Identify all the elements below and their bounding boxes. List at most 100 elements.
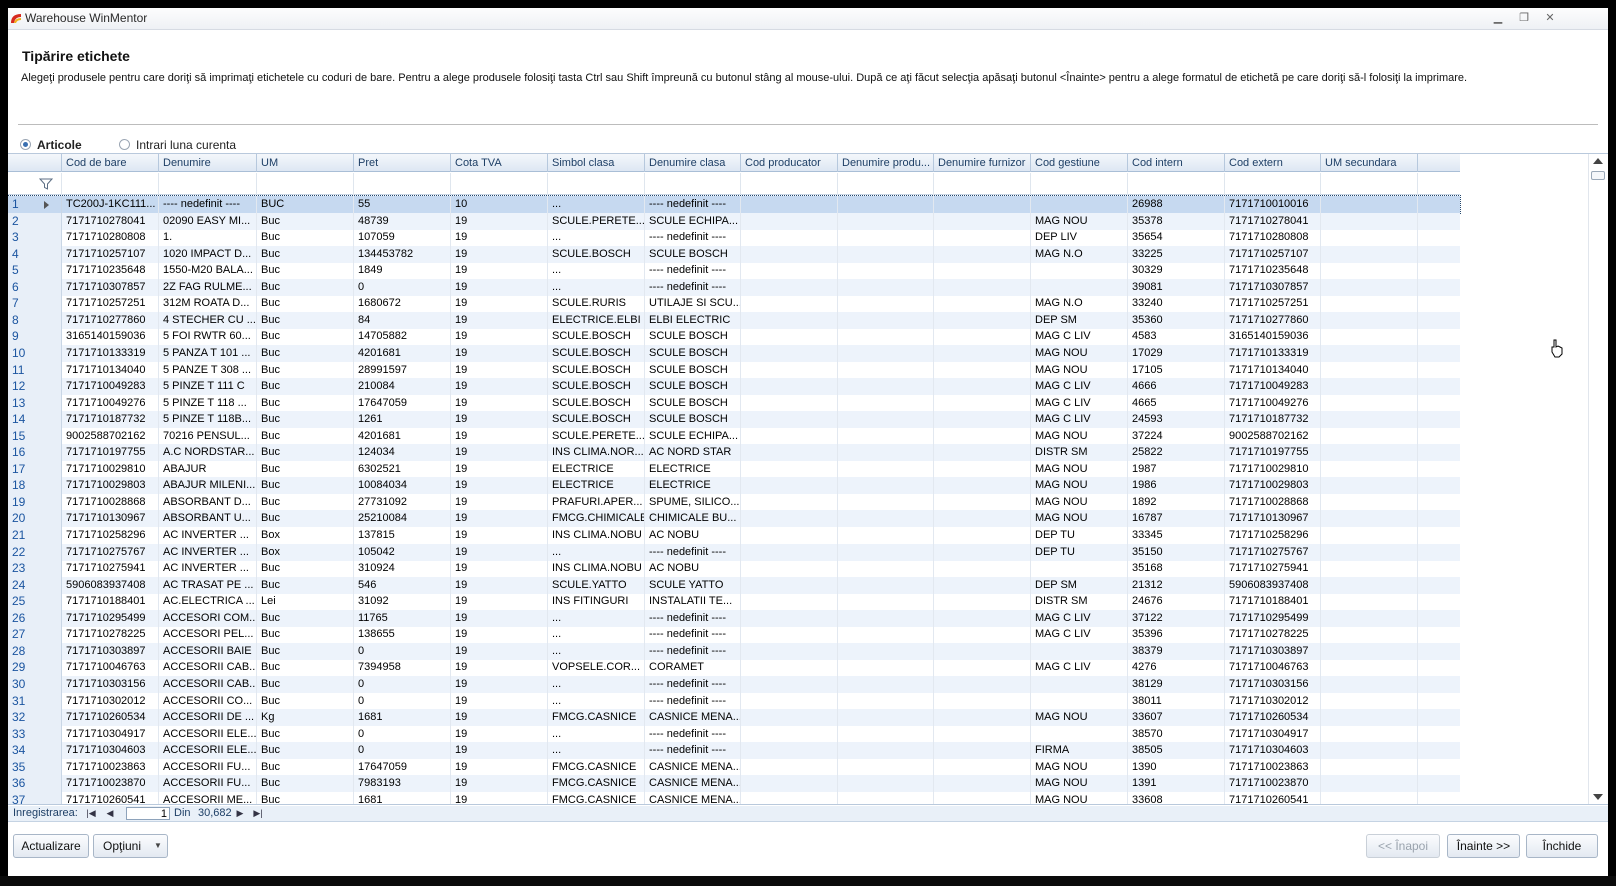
filter-cell[interactable]	[159, 173, 257, 195]
row-number[interactable]: 23	[8, 560, 62, 578]
row-number[interactable]: 37	[8, 791, 62, 804]
row-number[interactable]: 34	[8, 742, 62, 760]
record-number-input[interactable]	[126, 807, 170, 820]
table-row[interactable]: 22 7171710275767 AC INVERTER ... Box 105042 1…	[8, 543, 1460, 561]
close-button[interactable]: Închide	[1526, 834, 1598, 858]
column-header[interactable]: Pret	[354, 154, 451, 172]
column-header[interactable]: Simbol clasa	[548, 154, 645, 172]
table-row[interactable]: 2 7171710278041 02090 EASY MI... Buc 48739 19…	[8, 212, 1460, 230]
row-number[interactable]: 5	[8, 262, 62, 280]
filter-cell[interactable]	[1128, 173, 1225, 195]
filter-cell-corner[interactable]	[8, 173, 62, 195]
prev-record-icon[interactable]: ◀	[105, 808, 115, 819]
table-row[interactable]: 28 7171710303897 ACCESORII BAIE Buc 0 19... --…	[8, 642, 1460, 660]
table-row[interactable]: 25 7171710188401 AC.ELECTRICA ... Lei 31092 1…	[8, 593, 1460, 611]
row-number[interactable]: 13	[8, 394, 62, 412]
filter-cell[interactable]	[1225, 173, 1321, 195]
filter-cell[interactable]	[451, 173, 548, 195]
filter-cell[interactable]	[354, 173, 451, 195]
scroll-up-icon[interactable]	[1593, 158, 1603, 164]
column-header[interactable]: Cod gestiune	[1031, 154, 1128, 172]
row-number[interactable]: 31	[8, 692, 62, 710]
column-header[interactable]: Cod intern	[1128, 154, 1225, 172]
table-row[interactable]: 30 7171710303156 ACCESORII CAB... Buc 0 19...…	[8, 675, 1460, 693]
table-row[interactable]: 7 7171710257251 312M ROATA D... Buc 1680672 1…	[8, 295, 1460, 313]
filter-icon[interactable]	[39, 177, 53, 191]
filter-cell[interactable]	[548, 173, 645, 195]
column-header[interactable]: Denumire furnizor	[934, 154, 1031, 172]
dropdown-arrow-icon[interactable]: ▼	[154, 835, 162, 857]
row-number[interactable]: 22	[8, 543, 62, 561]
scroll-down-icon[interactable]	[1593, 794, 1603, 800]
filter-cell[interactable]	[62, 173, 159, 195]
table-row[interactable]: 4 7171710257107 1020 IMPACT D... Buc 1344537…	[8, 245, 1460, 263]
options-button[interactable]: Opţiuni ▼	[93, 834, 168, 858]
filter-cell[interactable]	[934, 173, 1031, 195]
row-number[interactable]: 3	[8, 229, 62, 247]
close-window-button[interactable]: ✕	[1542, 11, 1558, 25]
table-row[interactable]: 5 7171710235648 1550-M20 BALA... Buc 1849 19.…	[8, 262, 1460, 280]
row-number[interactable]: 25	[8, 593, 62, 611]
column-header[interactable]: Cod extern	[1225, 154, 1321, 172]
row-number[interactable]: 14	[8, 411, 62, 429]
column-header[interactable]: Cota TVA	[451, 154, 548, 172]
column-header[interactable]: UM	[257, 154, 354, 172]
table-row[interactable]: 8 7171710277860 4 STECHER CU ... Buc 84 19 ELE…	[8, 311, 1460, 329]
row-number[interactable]: 1	[8, 196, 62, 213]
restore-button[interactable]: ❐	[1516, 11, 1532, 25]
table-row[interactable]: 29 7171710046763 ACCESORII CAB... Buc 739495…	[8, 659, 1460, 677]
table-row[interactable]: 27 7171710278225 ACCESORI PEL... Buc 138655 1…	[8, 626, 1460, 644]
row-number[interactable]: 35	[8, 758, 62, 776]
table-row[interactable]: 10 7171710133319 5 PANZA T 101 ... Buc 42016…	[8, 344, 1460, 362]
back-button[interactable]: << Înapoi	[1366, 834, 1440, 858]
table-row[interactable]: 9 3165140159036 5 FOI RWTR 60... Buc 1470588…	[8, 328, 1460, 346]
column-header[interactable]: UM secundara	[1321, 154, 1418, 172]
table-row[interactable]: 34 7171710304603 ACCESORII ELE... Buc 0 19...…	[8, 742, 1460, 760]
filter-cell[interactable]	[838, 173, 934, 195]
row-number[interactable]: 26	[8, 609, 62, 627]
table-row[interactable]: 23 7171710275941 AC INVERTER ... Buc 310924 1…	[8, 560, 1460, 578]
column-header[interactable]: Denumire	[159, 154, 257, 172]
table-row[interactable]: 26 7171710295499 ACCESORI COM... Buc 11765 19…	[8, 609, 1460, 627]
column-header[interactable]: Denumire clasa	[645, 154, 741, 172]
row-number[interactable]: 9	[8, 328, 62, 346]
table-row[interactable]: 6 7171710307857 2Z FAG RULME... Buc 0 19... --…	[8, 278, 1460, 296]
row-number[interactable]: 12	[8, 378, 62, 396]
filter-cell[interactable]	[741, 173, 838, 195]
table-row[interactable]: 31 7171710302012 ACCESORII CO... Buc 0 19... -…	[8, 692, 1460, 710]
next-button[interactable]: Înainte >>	[1447, 834, 1520, 858]
row-number[interactable]: 27	[8, 626, 62, 644]
row-number[interactable]: 11	[8, 361, 62, 379]
column-header[interactable]: Cod producator	[741, 154, 838, 172]
vertical-scrollbar[interactable]	[1588, 154, 1606, 804]
row-number[interactable]: 6	[8, 278, 62, 296]
table-row[interactable]: 20 7171710130967 ABSORBANT U... Buc 25210084…	[8, 510, 1460, 528]
row-number[interactable]: 28	[8, 642, 62, 660]
products-grid[interactable]: Cod de bare Denumire UM Pret Cota TVA Simbol …	[8, 153, 1608, 805]
table-row[interactable]: 17 7171710029810 ABAJUR Buc 6302521 19 ELECTRI…	[8, 460, 1460, 478]
filter-cell[interactable]	[1031, 173, 1128, 195]
scroll-thumb[interactable]	[1591, 171, 1605, 180]
row-number[interactable]: 4	[8, 245, 62, 263]
filter-row[interactable]	[8, 173, 1460, 195]
radio-articole[interactable]: Articole	[20, 138, 82, 152]
refresh-button[interactable]: Actualizare	[13, 834, 89, 858]
filter-cell[interactable]	[257, 173, 354, 195]
table-row[interactable]: 35 7171710023863 ACCESORII FU... Buc 1764705…	[8, 758, 1460, 776]
row-number[interactable]: 36	[8, 775, 62, 793]
table-row[interactable]: 21 7171710258296 AC INVERTER ... Box 137815 1…	[8, 527, 1460, 544]
table-row[interactable]: 3 7171710280808 1. Buc 107059 19... ---- nedef…	[8, 229, 1460, 247]
row-number[interactable]: 10	[8, 344, 62, 362]
row-number[interactable]: 8	[8, 311, 62, 329]
table-row[interactable]: 36 7171710023870 ACCESORII FU... Buc 7983193…	[8, 775, 1460, 793]
row-number[interactable]: 17	[8, 460, 62, 478]
table-row[interactable]: 19 7171710028868 ABSORBANT D... Buc 27731092…	[8, 493, 1460, 511]
row-number[interactable]: 7	[8, 295, 62, 313]
next-record-icon[interactable]: ▶	[235, 808, 245, 819]
row-number[interactable]: 21	[8, 527, 62, 544]
row-number[interactable]: 19	[8, 493, 62, 511]
table-row[interactable]: 32 7171710260534 ACCESORII DE ... Kg 1681 19 F…	[8, 709, 1460, 727]
table-row[interactable]: 24 5906083937408 AC TRASAT PE ... Buc 546 19 S…	[8, 576, 1460, 594]
table-row[interactable]: 1 TC200J-1KC111... ---- nedefinit ---- BUC 5…	[8, 195, 1461, 214]
column-header[interactable]: Denumire produ...	[838, 154, 934, 172]
